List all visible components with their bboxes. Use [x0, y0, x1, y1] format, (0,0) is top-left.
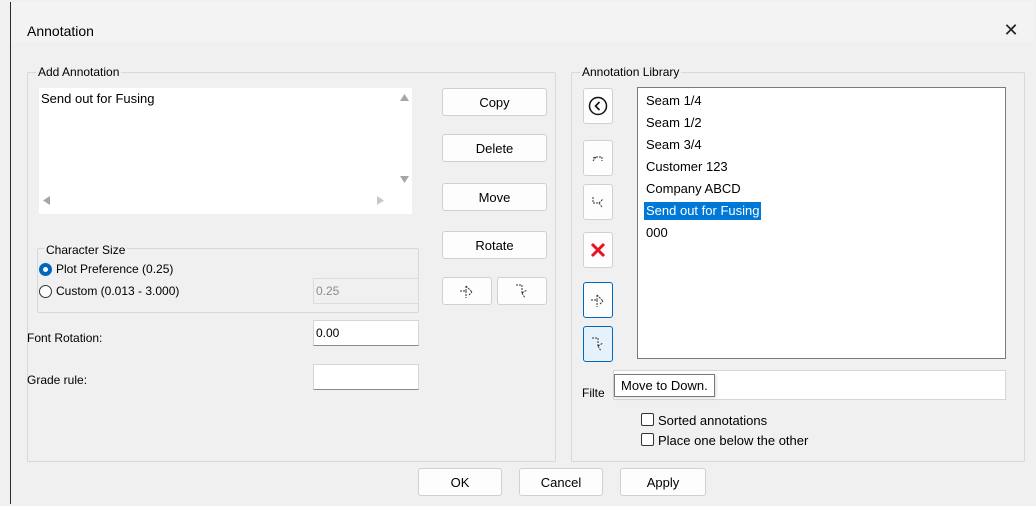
list-item[interactable]: Company ABCD	[644, 180, 743, 198]
delete-button[interactable]: Delete	[442, 134, 547, 162]
back-button[interactable]	[583, 88, 613, 124]
filter-label: Filte	[582, 386, 605, 400]
title-bar: Annotation ✕	[11, 2, 1034, 42]
annotation-text: Send out for Fusing	[41, 91, 155, 106]
arrow-right-icon	[589, 291, 607, 309]
ok-button[interactable]: OK	[418, 468, 502, 496]
sorted-annotations-label: Sorted annotations	[658, 413, 768, 428]
move-to-down-tooltip: Move to Down.	[614, 374, 715, 397]
arrow-right-icon	[458, 282, 476, 300]
red-x-delete-icon	[589, 241, 607, 259]
move-up-button[interactable]	[583, 140, 613, 176]
move-button[interactable]: Move	[442, 183, 547, 211]
circle-chevron-left-icon	[588, 96, 608, 116]
delete-library-item-button[interactable]	[583, 232, 613, 268]
arrow-down-right-icon	[513, 282, 531, 300]
close-icon[interactable]: ✕	[1000, 22, 1022, 44]
annotation-textarea[interactable]: Send out for Fusing	[39, 88, 412, 214]
window-title: Annotation	[27, 23, 94, 39]
move-up-icon	[589, 149, 607, 167]
annotation-library-list[interactable]: Seam 1/4 Seam 1/2 Seam 3/4 Customer 123 …	[637, 87, 1006, 359]
custom-size-input[interactable]: 0.25	[313, 278, 419, 304]
copy-button[interactable]: Copy	[442, 88, 547, 116]
plot-preference-radio[interactable]	[39, 263, 52, 276]
place-below-label: Place one below the other	[658, 433, 809, 448]
rotate-button[interactable]: Rotate	[442, 231, 547, 259]
scroll-down-arrow-icon[interactable]	[400, 176, 409, 183]
move-to-right-button[interactable]	[583, 282, 613, 318]
grade-rule-input[interactable]	[313, 364, 419, 390]
cancel-button[interactable]: Cancel	[519, 468, 603, 496]
list-item[interactable]: Customer 123	[644, 158, 730, 176]
insert-down-button[interactable]	[497, 277, 547, 305]
annotation-dialog: Annotation ✕ Add Annotation Send out for…	[10, 2, 1034, 504]
insert-right-button[interactable]	[442, 277, 492, 305]
arrow-down-right-icon	[589, 335, 607, 353]
scroll-up-arrow-icon[interactable]	[400, 94, 409, 101]
list-item[interactable]: Seam 1/4	[644, 92, 704, 110]
character-size-label: Character Size	[44, 243, 128, 257]
font-rotation-input[interactable]: 0.00	[313, 320, 419, 346]
grade-rule-label: Grade rule:	[27, 373, 88, 387]
custom-size-radio[interactable]	[39, 285, 52, 298]
custom-size-label: Custom (0.013 - 3.000)	[56, 284, 180, 298]
move-down-button[interactable]	[583, 184, 613, 220]
list-item[interactable]: Seam 3/4	[644, 136, 704, 154]
list-item-selected[interactable]: Send out for Fusing	[644, 202, 762, 220]
apply-button[interactable]: Apply	[620, 468, 706, 496]
move-down-icon	[589, 193, 607, 211]
list-item[interactable]: 000	[644, 224, 670, 242]
scroll-left-arrow-icon[interactable]	[43, 196, 50, 205]
font-rotation-label: Font Rotation:	[27, 331, 103, 345]
plot-preference-label: Plot Preference (0.25)	[56, 262, 174, 276]
list-item[interactable]: Seam 1/2	[644, 114, 704, 132]
annotation-library-label: Annotation Library	[580, 65, 682, 79]
place-below-checkbox[interactable]	[641, 433, 654, 446]
scroll-right-arrow-icon[interactable]	[377, 196, 384, 205]
add-annotation-label: Add Annotation	[36, 65, 122, 79]
sorted-annotations-checkbox[interactable]	[641, 413, 654, 426]
move-to-down-button[interactable]	[583, 326, 613, 362]
